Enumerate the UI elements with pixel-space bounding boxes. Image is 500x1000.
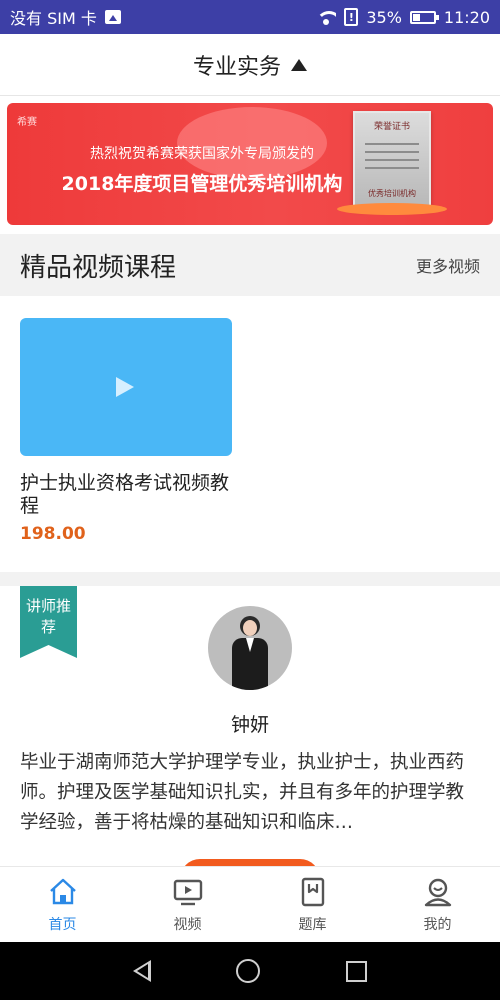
clock: 11:20 <box>443 7 490 27</box>
play-icon <box>116 377 134 397</box>
wifi-icon <box>316 9 337 25</box>
teacher-ribbon: 讲师推荐 <box>20 586 77 658</box>
banner-title: 2018年度项目管理优秀培训机构 <box>61 173 343 195</box>
certificate-line <box>365 151 419 153</box>
battery-percent: 35% <box>366 7 402 27</box>
battery-icon <box>409 10 439 24</box>
section-title: 精品视频课程 <box>20 252 177 283</box>
battery-fill <box>412 13 420 21</box>
teacher-bio: 毕业于湖南师范大学护理学专业，执业护士，执业西药师。护理及医学基础知识扎实，并且… <box>20 752 465 833</box>
teacher-recommendation: 讲师推荐 钟妍 毕业于湖南师范大学护理学专业，执业护士，执业西药师。护理及医学基… <box>0 586 500 899</box>
recent-apps-icon[interactable] <box>346 960 368 982</box>
image-notification-icon <box>104 10 121 24</box>
system-navigation-bar <box>0 942 500 1000</box>
avatar[interactable] <box>208 606 292 690</box>
certificate-seal-text: 优秀培训机构 <box>368 189 416 198</box>
status-bar: 没有 SIM 卡 ! 35% 11:20 <box>0 0 500 34</box>
course-list: 护士执业资格考试视频教程 198.00 <box>0 296 500 572</box>
more-videos-link[interactable]: 更多视频 <box>416 253 480 277</box>
profile-icon <box>424 878 451 906</box>
tab-home[interactable]: 首页 <box>0 867 125 942</box>
tab-video[interactable]: 视频 <box>125 867 250 942</box>
tab-label: 题库 <box>298 916 327 933</box>
category-selector[interactable]: 专业实务 <box>0 34 500 96</box>
tab-label: 首页 <box>48 916 77 933</box>
section-header: 精品视频课程 更多视频 <box>0 234 500 296</box>
teacher-name: 钟妍 <box>230 714 269 736</box>
alert-icon: ! <box>344 8 359 26</box>
certificate-pedestal <box>337 203 447 215</box>
course-thumbnail[interactable] <box>20 318 232 456</box>
home-icon <box>49 878 76 904</box>
avatar-face <box>243 620 257 636</box>
question-bank-icon <box>301 877 324 906</box>
promo-banner[interactable]: 希赛 热烈祝贺希赛荣获国家外专局颁发的 2018年度项目管理优秀培训机构 荣誉证… <box>7 103 493 225</box>
home-circle-icon[interactable] <box>236 959 261 983</box>
banner-brand-logo: 希赛 <box>17 117 37 128</box>
bottom-tab-bar: 首页 视频 题库 我的 <box>0 866 500 942</box>
certificate-title: 荣誉证书 <box>373 122 410 132</box>
course-card[interactable]: 护士执业资格考试视频教程 198.00 <box>20 318 234 544</box>
tab-profile[interactable]: 我的 <box>375 867 500 942</box>
certificate-line <box>365 159 419 161</box>
course-title: 护士执业资格考试视频教程 <box>20 472 230 517</box>
page-title: 专业实务 <box>192 54 281 80</box>
triangle-up-icon <box>291 58 307 71</box>
back-icon[interactable] <box>132 960 151 982</box>
tab-label: 视频 <box>173 916 202 933</box>
banner-headline: 热烈祝贺希赛荣获国家外专局颁发的 <box>90 146 314 162</box>
carrier-text: 没有 SIM 卡 <box>10 9 97 28</box>
video-icon <box>173 879 202 905</box>
course-price: 198.00 <box>20 524 86 544</box>
certificate-line <box>365 143 419 145</box>
certificate-image: 荣誉证书 优秀培训机构 <box>353 111 431 209</box>
tab-question-bank[interactable]: 题库 <box>250 867 375 942</box>
tab-label: 我的 <box>423 916 452 933</box>
banner-container: 希赛 热烈祝贺希赛荣获国家外专局颁发的 2018年度项目管理优秀培训机构 荣誉证… <box>0 96 500 234</box>
certificate-line <box>365 167 419 169</box>
